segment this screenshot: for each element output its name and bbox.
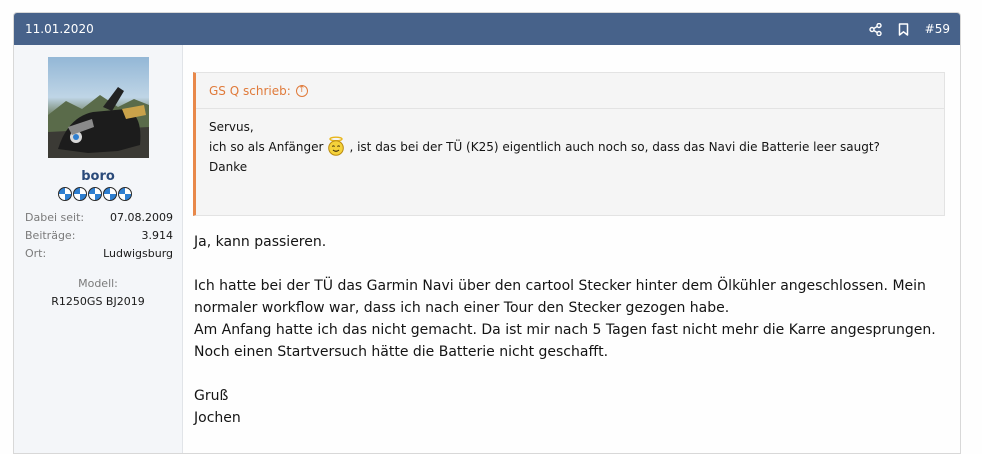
quote-text: ich so als Anfänger <box>209 140 324 154</box>
message-arrow <box>183 70 193 88</box>
quote-line: Danke <box>209 160 248 174</box>
model-value: R1250GS BJ2019 <box>51 295 145 308</box>
share-icon[interactable] <box>869 22 883 36</box>
bookmark-icon[interactable] <box>897 22 911 36</box>
message-line: Am Anfang hatte ich das nicht gemacht. D… <box>194 322 936 338</box>
post-date[interactable]: 11.01.2020 <box>25 22 94 36</box>
message-line: Noch einen Startversuch hätte die Batter… <box>194 344 609 360</box>
stat-label: Dabei seit: <box>25 211 85 224</box>
quote-author-link[interactable]: GS Q schrieb: <box>209 84 291 98</box>
message-line: Gruß <box>194 388 229 404</box>
post-header: 11.01.2020 #59 <box>14 13 960 45</box>
stat-label: Beiträge: <box>25 229 76 242</box>
bmw-badge-icon <box>103 187 117 201</box>
arrow-up-circle-icon[interactable]: ↑ <box>295 84 308 97</box>
quote-line: ich so als Anfänger , ist das bei der TÜ… <box>209 136 931 157</box>
stat-value: Ludwigsburg <box>103 247 173 260</box>
stat-value: 07.08.2009 <box>110 211 173 224</box>
avatar[interactable] <box>48 57 149 158</box>
user-model: Modell: R1250GS BJ2019 <box>14 275 182 311</box>
stat-value: 3.914 <box>141 229 174 242</box>
stat-joined: Dabei seit: 07.08.2009 <box>25 209 173 227</box>
quote-header: GS Q schrieb: ↑ <box>196 73 944 109</box>
quote-text: , ist das bei der TÜ (K25) eigentlich au… <box>349 140 880 154</box>
quote-content: Servus, ich so als Anfänger , ist das be… <box>196 109 944 177</box>
quote-block: GS Q schrieb: ↑ Servus, ich so als Anfän… <box>193 72 945 216</box>
message-line <box>194 363 944 385</box>
stat-posts: Beiträge: 3.914 <box>25 227 173 245</box>
user-sidebar: boro Dabei seit: 07.08.2009 Beiträge: 3.… <box>14 45 183 453</box>
user-stats: Dabei seit: 07.08.2009 Beiträge: 3.914 O… <box>25 209 173 263</box>
bmw-badge-icon <box>73 187 87 201</box>
angel-smiley-icon <box>327 136 345 156</box>
bmw-badge-icon <box>58 187 72 201</box>
username[interactable]: boro <box>14 169 182 184</box>
bmw-badge-icon <box>88 187 102 201</box>
post-actions: #59 <box>869 22 950 36</box>
message-line: Jochen <box>194 410 241 426</box>
rank-badges <box>58 187 132 201</box>
message-line: Ich hatte bei der TÜ das Garmin Navi übe… <box>194 278 926 294</box>
stat-label: Ort: <box>25 247 47 260</box>
message-line: Ja, kann passieren. <box>194 234 327 250</box>
message-body: Ja, kann passieren. Ich hatte bei der TÜ… <box>194 231 944 429</box>
bmw-badge-icon <box>118 187 132 201</box>
model-label: Modell: <box>78 277 118 290</box>
forum-post: 11.01.2020 #59 boro Dabei seit: 07.08.20… <box>13 12 961 454</box>
stat-location: Ort: Ludwigsburg <box>25 245 173 263</box>
message-line: normaler workflow war, dass ich nach ein… <box>194 300 730 316</box>
post-number-link[interactable]: #59 <box>925 22 950 36</box>
quote-line: Servus, <box>209 120 254 134</box>
message-line <box>194 253 944 275</box>
